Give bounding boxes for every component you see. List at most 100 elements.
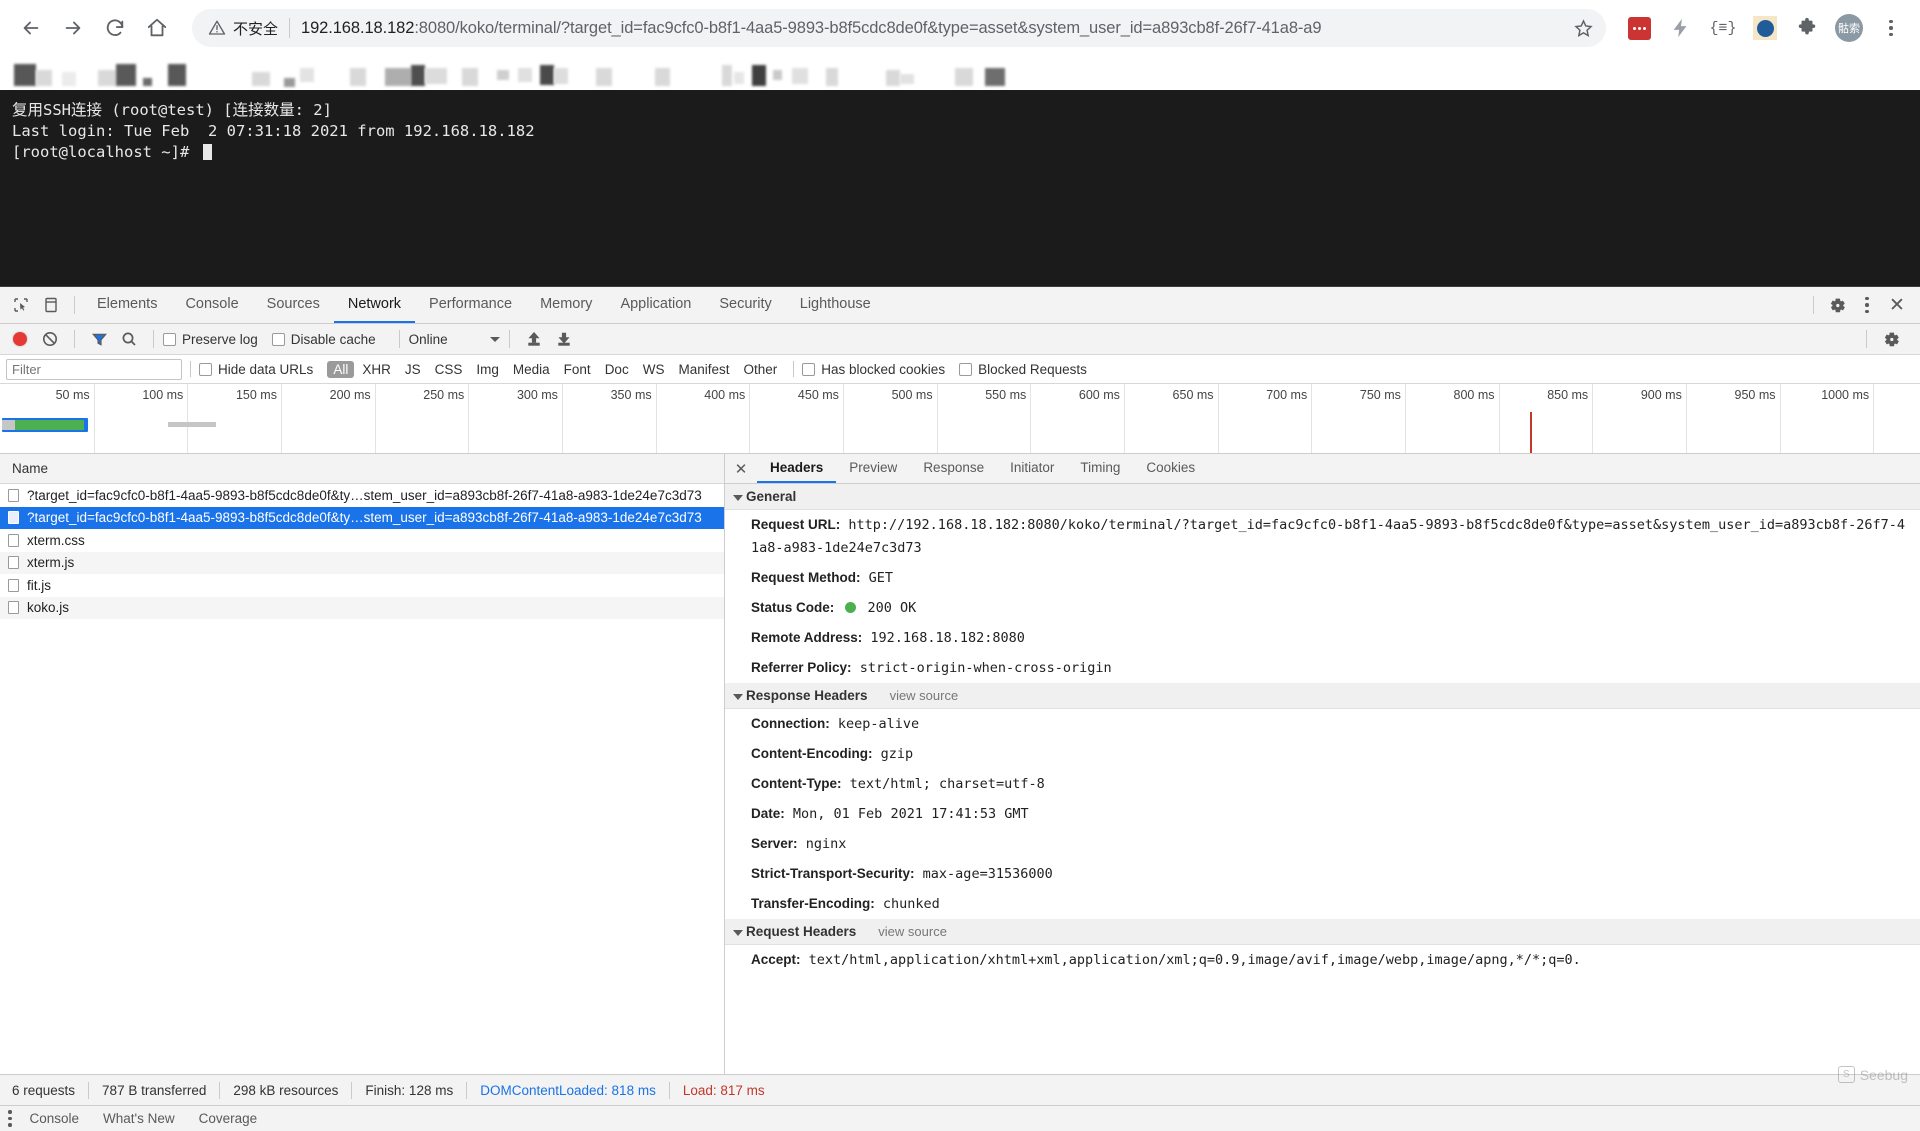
bookmark-item[interactable] (752, 65, 766, 86)
reload-button[interactable] (94, 7, 136, 49)
drawer-menu-icon[interactable] (8, 1110, 12, 1127)
hide-data-urls-checkbox[interactable] (199, 363, 212, 376)
close-devtools-icon[interactable]: ✕ (1882, 290, 1912, 320)
bookmark-item[interactable] (168, 64, 186, 86)
detail-tab-timing[interactable]: Timing (1067, 454, 1133, 483)
request-list[interactable]: ?target_id=fac9cfc0-b8f1-4aa5-9893-b8f5c… (0, 484, 724, 1074)
resource-filter-css[interactable]: CSS (429, 361, 469, 378)
devtools-tab-sources[interactable]: Sources (253, 287, 334, 323)
bookmark-item[interactable] (596, 68, 612, 86)
bookmark-item[interactable] (540, 65, 554, 85)
blocked-requests-option[interactable]: Blocked Requests (959, 362, 1087, 377)
bookmark-item[interactable] (792, 68, 808, 84)
home-button[interactable] (136, 7, 178, 49)
request-row[interactable]: xterm.css (0, 529, 724, 552)
resource-filter-ws[interactable]: WS (637, 361, 671, 378)
bookmark-item[interactable] (36, 70, 52, 86)
bookmark-item[interactable] (62, 72, 76, 86)
drawer-tab-what-s-new[interactable]: What's New (91, 1111, 187, 1126)
ssh-terminal[interactable]: 复用SSH连接 (root@test) [连接数量: 2] Last login… (0, 90, 1920, 286)
request-view-source-link[interactable]: view source (878, 924, 947, 939)
bookmark-item[interactable] (98, 70, 116, 86)
disable-cache-checkbox[interactable] (272, 333, 285, 346)
record-button[interactable] (13, 332, 27, 346)
devtools-tab-console[interactable]: Console (171, 287, 252, 323)
throttling-dropdown[interactable]: Online (409, 332, 500, 347)
detail-tab-initiator[interactable]: Initiator (997, 454, 1067, 483)
clear-requests-icon[interactable] (35, 324, 65, 354)
bookmark-item[interactable] (14, 64, 36, 86)
has-blocked-cookies-option[interactable]: Has blocked cookies (802, 362, 945, 377)
devtools-tab-application[interactable]: Application (606, 287, 705, 323)
resource-filter-all[interactable]: All (327, 361, 354, 378)
devtools-tab-security[interactable]: Security (705, 287, 785, 323)
request-row[interactable]: ?target_id=fac9cfc0-b8f1-4aa5-9893-b8f5c… (0, 507, 724, 530)
device-toolbar-icon[interactable] (36, 290, 66, 320)
bookmark-item[interactable] (425, 68, 447, 84)
response-view-source-link[interactable]: view source (890, 688, 959, 703)
bookmark-item[interactable] (722, 65, 732, 86)
search-icon[interactable] (114, 324, 144, 354)
settings-gear-icon[interactable] (1822, 290, 1852, 320)
request-row[interactable]: xterm.js (0, 552, 724, 575)
lightning-extension-icon[interactable] (1662, 9, 1700, 47)
has-blocked-cookies-checkbox[interactable] (802, 363, 815, 376)
devtools-tab-network[interactable]: Network (334, 287, 415, 323)
bookmark-item[interactable] (734, 72, 744, 84)
request-table-header[interactable]: Name (0, 454, 724, 484)
resource-filter-other[interactable]: Other (737, 361, 783, 378)
bookmark-item[interactable] (985, 68, 1005, 86)
bookmark-item[interactable] (462, 68, 478, 86)
resource-filter-xhr[interactable]: XHR (356, 361, 397, 378)
request-row[interactable]: ?target_id=fac9cfc0-b8f1-4aa5-9893-b8f5c… (0, 484, 724, 507)
disable-cache-option[interactable]: Disable cache (272, 332, 376, 347)
forward-button[interactable] (52, 7, 94, 49)
bookmark-item[interactable] (826, 68, 838, 86)
lastpass-extension-icon[interactable] (1620, 9, 1658, 47)
preserve-log-checkbox[interactable] (163, 333, 176, 346)
network-overview-timeline[interactable]: 50 ms100 ms150 ms200 ms250 ms300 ms350 m… (0, 384, 1920, 454)
puzzle-extensions-icon[interactable] (1788, 9, 1826, 47)
resource-filter-img[interactable]: Img (470, 361, 505, 378)
address-bar-url[interactable]: 192.168.18.182:8080/koko/terminal/?targe… (301, 19, 1566, 38)
resource-filter-font[interactable]: Font (558, 361, 597, 378)
bookmark-item[interactable] (900, 74, 914, 84)
detail-tab-headers[interactable]: Headers (757, 454, 836, 483)
bookmark-item[interactable] (116, 64, 136, 86)
devtools-tab-elements[interactable]: Elements (83, 287, 171, 323)
network-settings-gear-icon[interactable] (1876, 324, 1906, 354)
close-detail-icon[interactable]: ✕ (725, 454, 757, 483)
bookmark-item[interactable] (385, 68, 411, 86)
blue-circle-extension-icon[interactable] (1746, 9, 1784, 47)
resource-filter-media[interactable]: Media (507, 361, 556, 378)
filter-funnel-icon[interactable] (84, 324, 114, 354)
profile-avatar[interactable]: 骷索 (1830, 9, 1868, 47)
filter-input[interactable] (6, 359, 182, 380)
drawer-tab-console[interactable]: Console (18, 1111, 92, 1126)
omnibox[interactable]: 不安全 192.168.18.182:8080/koko/terminal/?t… (192, 9, 1606, 47)
bookmark-item[interactable] (886, 70, 900, 86)
request-row[interactable]: koko.js (0, 597, 724, 620)
bookmark-item[interactable] (284, 78, 295, 87)
bookmark-item[interactable] (655, 68, 670, 86)
export-har-icon[interactable] (549, 324, 579, 354)
devtools-tab-memory[interactable]: Memory (526, 287, 606, 323)
request-row[interactable]: fit.js (0, 574, 724, 597)
import-har-icon[interactable] (519, 324, 549, 354)
bookmark-item[interactable] (411, 65, 425, 86)
resource-filter-doc[interactable]: Doc (599, 361, 635, 378)
bookmark-item[interactable] (518, 68, 532, 82)
preserve-log-option[interactable]: Preserve log (163, 332, 258, 347)
bookmark-item[interactable] (773, 70, 782, 80)
headers-content[interactable]: General Request URL: http://192.168.18.1… (725, 484, 1920, 1074)
bookmarks-bar[interactable] (0, 56, 1920, 90)
bookmark-star-icon[interactable] (1566, 11, 1600, 45)
bookmark-item[interactable] (143, 78, 152, 86)
bookmark-item[interactable] (554, 68, 568, 84)
devtools-tab-lighthouse[interactable]: Lighthouse (786, 287, 885, 323)
resource-filter-js[interactable]: JS (399, 361, 427, 378)
bookmark-item[interactable] (955, 68, 973, 86)
general-section-header[interactable]: General (725, 484, 1920, 510)
request-headers-section-header[interactable]: Request Headers view source (725, 919, 1920, 945)
hide-data-urls-option[interactable]: Hide data URLs (199, 362, 313, 377)
